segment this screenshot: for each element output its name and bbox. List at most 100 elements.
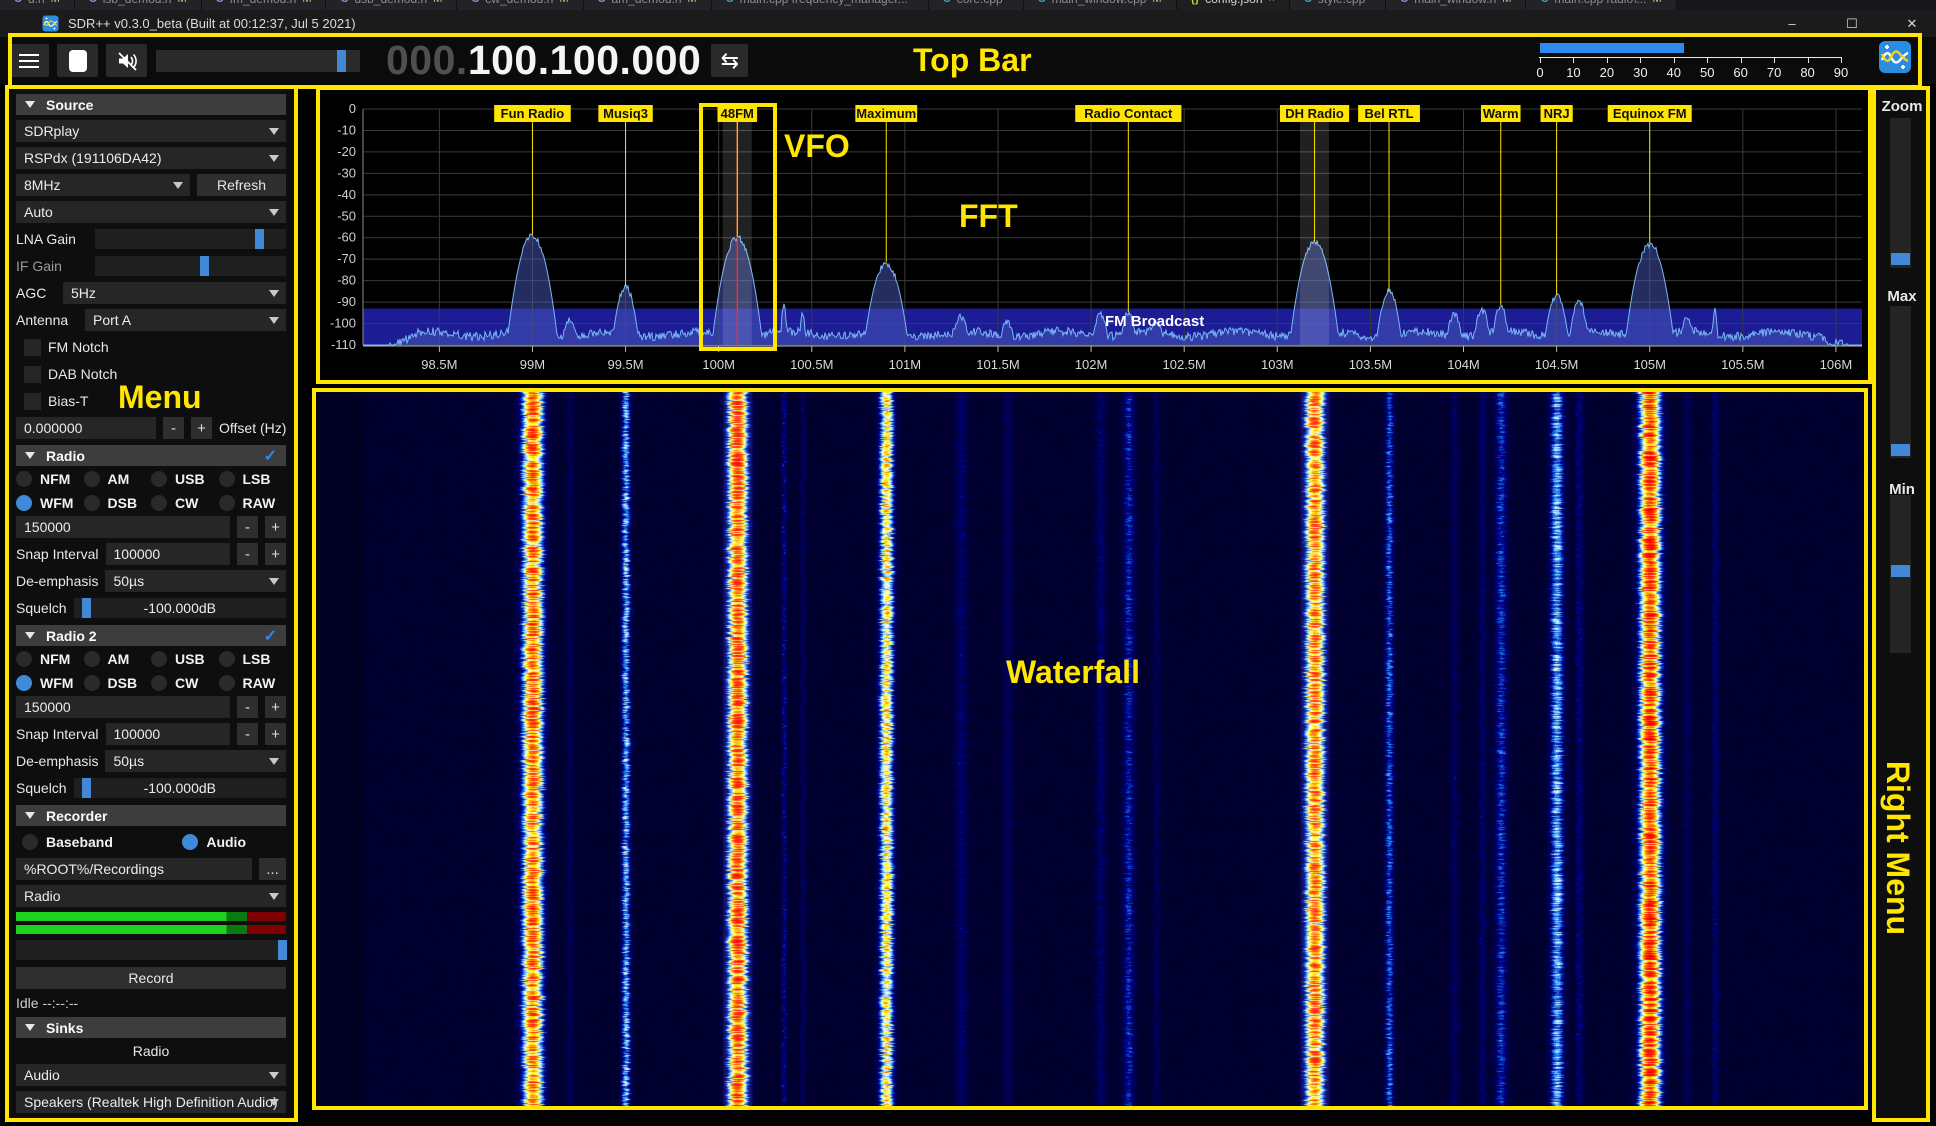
maximize-button[interactable]: ☐ <box>1842 16 1862 32</box>
vu-meter-left <box>16 912 286 921</box>
mode-wfm-radio[interactable]: WFM <box>16 495 84 511</box>
mode-am-radio[interactable]: AM <box>84 471 152 487</box>
slider-handle[interactable] <box>255 229 264 249</box>
minimize-button[interactable]: – <box>1782 16 1802 31</box>
mode-raw-radio[interactable]: RAW <box>219 675 287 691</box>
source-section-header[interactable]: Source <box>16 94 286 115</box>
slider-handle[interactable] <box>1891 253 1910 265</box>
editor-tab[interactable]: Cam_demod.hM <box>584 0 712 10</box>
source-device-select[interactable]: RSPdx (191106DA42) <box>16 147 286 169</box>
audio-device-select[interactable]: Speakers (Realtek High Definition Audio) <box>16 1091 286 1113</box>
zoom-slider[interactable] <box>1890 118 1911 268</box>
deemphasis-select[interactable]: 50µs <box>105 750 286 772</box>
slider-handle[interactable] <box>1891 444 1910 456</box>
radio2-section-header[interactable]: Radio 2 ✓ <box>16 625 286 646</box>
bandwidth-decrement-button[interactable]: - <box>237 516 258 538</box>
if-gain-slider[interactable] <box>95 256 286 276</box>
frequency-display[interactable]: 000.100.100.000 <box>386 40 701 81</box>
editor-tab[interactable]: Cstyle.cpp <box>1290 0 1386 10</box>
radio2-bandwidth-input[interactable]: 150000 <box>16 696 230 718</box>
record-audio-radio[interactable]: Audio <box>182 834 246 850</box>
editor-tab-label: main_window.cpp <box>1052 0 1147 6</box>
mode-nfm-radio[interactable]: NFM <box>16 471 84 487</box>
fft-plot[interactable]: Fun RadioMusiq348FMMaximumRadio ContactD… <box>318 86 1872 386</box>
mode-cw-radio[interactable]: CW <box>151 495 219 511</box>
snap-interval-input[interactable]: 100000 <box>106 543 231 565</box>
mode-dsb-radio[interactable]: DSB <box>84 675 152 691</box>
snap-increment-button[interactable]: + <box>265 723 286 745</box>
editor-tab[interactable]: Cd.hM <box>0 0 75 10</box>
radio-bandwidth-input[interactable]: 150000 <box>16 516 230 538</box>
fm-notch-checkbox[interactable] <box>24 339 41 356</box>
sink-type-select[interactable]: Audio <box>16 1064 286 1086</box>
bandwidth-increment-button[interactable]: + <box>265 696 286 718</box>
offset-increment-button[interactable]: + <box>191 417 212 439</box>
mode-usb-radio[interactable]: USB <box>151 651 219 667</box>
mode-wfm-radio[interactable]: WFM <box>16 675 84 691</box>
radio-section-header[interactable]: Radio ✓ <box>16 445 286 466</box>
slider-handle[interactable] <box>278 940 287 960</box>
mode-am-radio[interactable]: AM <box>84 651 152 667</box>
mode-nfm-radio[interactable]: NFM <box>16 651 84 667</box>
tab-modified-marker: M <box>433 0 442 5</box>
gain-mode-select[interactable]: Auto <box>16 201 286 223</box>
editor-tab[interactable]: Ccore.cpp <box>929 0 1024 10</box>
refresh-button[interactable]: Refresh <box>197 174 286 196</box>
mode-cw-radio[interactable]: CW <box>151 675 219 691</box>
recorder-volume-slider[interactable] <box>16 940 286 960</box>
snap-interval-input[interactable]: 100000 <box>106 723 231 745</box>
editor-tab[interactable]: Clsb_demod.hM <box>75 0 202 10</box>
recordings-path-input[interactable]: %ROOT%/Recordings <box>16 858 252 880</box>
sinks-section-header[interactable]: Sinks <box>16 1017 286 1038</box>
mute-button[interactable] <box>106 44 147 77</box>
snap-increment-button[interactable]: + <box>265 543 286 565</box>
fft-max-slider[interactable] <box>1890 306 1911 458</box>
mode-lsb-radio[interactable]: LSB <box>219 471 287 487</box>
editor-tab[interactable]: Cmain_window.cppM <box>1024 0 1177 10</box>
recorder-section-header[interactable]: Recorder <box>16 805 286 826</box>
volume-slider[interactable] <box>156 50 360 72</box>
browse-button[interactable]: ... <box>259 858 286 880</box>
editor-tab[interactable]: Ccw_demod.hM <box>457 0 583 10</box>
slider-handle[interactable] <box>1891 565 1910 577</box>
deemphasis-select[interactable]: 50µs <box>105 570 286 592</box>
bias-t-checkbox[interactable] <box>24 393 41 410</box>
volume-slider-handle[interactable] <box>337 50 346 72</box>
mode-raw-radio[interactable]: RAW <box>219 495 287 511</box>
main-menu-button[interactable] <box>8 44 49 77</box>
antenna-select[interactable]: Port A <box>85 309 286 331</box>
editor-tab[interactable]: {}config.json× <box>1177 0 1290 10</box>
tab-modified-marker: M <box>688 0 697 5</box>
mode-dsb-radio[interactable]: DSB <box>84 495 152 511</box>
bandwidth-select[interactable]: 8MHz <box>16 174 190 196</box>
bandwidth-increment-button[interactable]: + <box>265 516 286 538</box>
bandwidth-decrement-button[interactable]: - <box>237 696 258 718</box>
source-driver-select[interactable]: SDRplay <box>16 120 286 142</box>
fft-min-slider[interactable] <box>1890 495 1911 653</box>
record-baseband-radio[interactable]: Baseband <box>22 834 113 850</box>
lna-gain-slider[interactable] <box>95 229 286 249</box>
offset-decrement-button[interactable]: - <box>163 417 184 439</box>
snap-decrement-button[interactable]: - <box>237 543 258 565</box>
snap-decrement-button[interactable]: - <box>237 723 258 745</box>
record-button[interactable]: Record <box>16 967 286 989</box>
squelch-slider[interactable]: -100.000dB <box>74 598 286 618</box>
waterfall[interactable] <box>318 392 1872 1110</box>
editor-tab[interactable]: Cmain.cpp radio\...M <box>1526 0 1676 10</box>
editor-tab[interactable]: Cdsb_demod.hM <box>326 0 457 10</box>
agc-rate-select[interactable]: 5Hz <box>63 282 286 304</box>
recorder-stream-select[interactable]: Radio <box>16 885 286 907</box>
stop-button[interactable] <box>57 44 98 77</box>
squelch-slider[interactable]: -100.000dB <box>74 778 286 798</box>
retune-swap-button[interactable]: ⇆ <box>711 44 748 77</box>
sdrpp-logo-icon-large <box>1878 40 1912 74</box>
offset-input[interactable]: 0.000000 <box>16 417 156 439</box>
editor-tab[interactable]: Cfm_demod.hM <box>202 0 327 10</box>
dab-notch-checkbox[interactable] <box>24 366 41 383</box>
mode-usb-radio[interactable]: USB <box>151 471 219 487</box>
close-button[interactable]: ✕ <box>1902 16 1922 32</box>
editor-tab[interactable]: Cmain_window.hM <box>1386 0 1526 10</box>
mode-lsb-radio[interactable]: LSB <box>219 651 287 667</box>
slider-handle[interactable] <box>200 256 209 276</box>
editor-tab[interactable]: Cmain.cpp frequency_manager... <box>712 0 929 10</box>
